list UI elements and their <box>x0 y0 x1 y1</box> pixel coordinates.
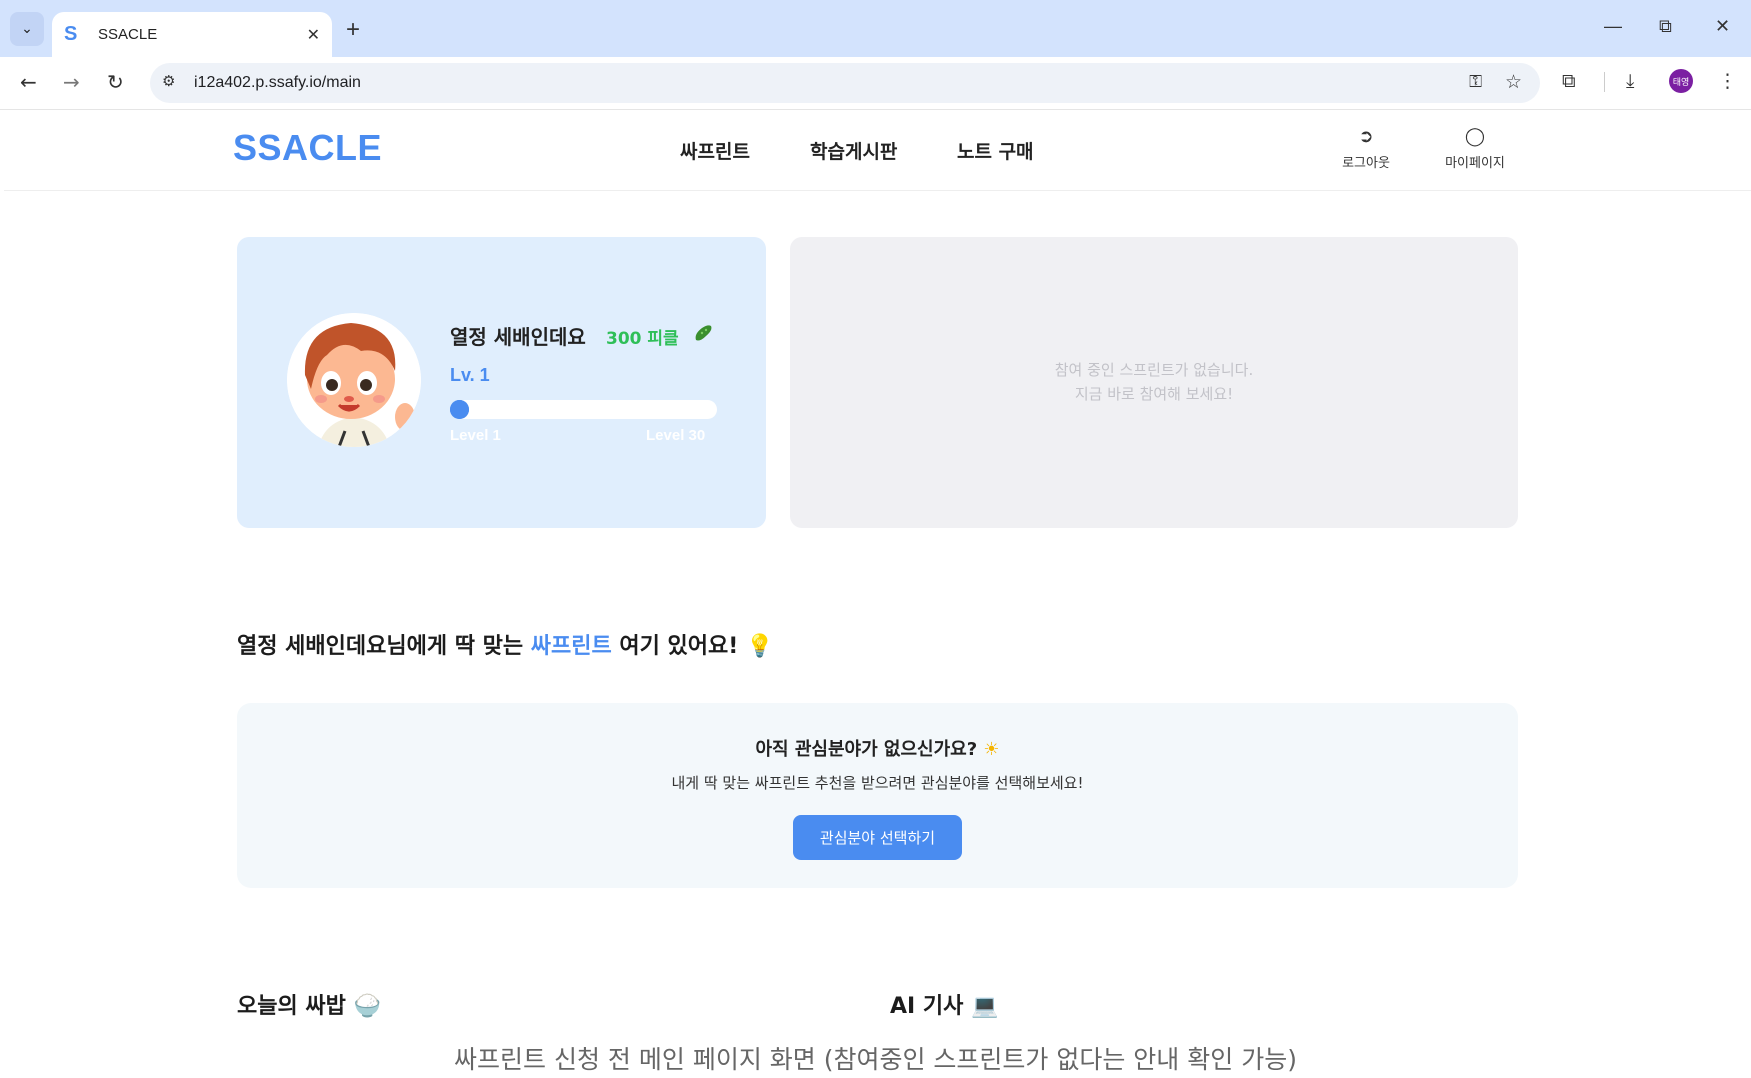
rice-bowl-icon: 🍚 <box>353 994 381 1019</box>
user-icon: ◯ <box>1464 126 1486 147</box>
recommend-question: 아직 관심분야가 없으신가요? ☀ <box>237 735 1518 761</box>
window-close-icon[interactable]: ✕ <box>1715 16 1730 37</box>
bookmark-star-icon[interactable]: ☆ <box>1505 71 1522 93</box>
menu-icon[interactable]: ⋮ <box>1718 70 1737 92</box>
toolbar-divider <box>1604 72 1605 92</box>
browser-toolbar: ← → ↻ ⚙ i12a402.p.ssafy.io/main ⚿ ☆ ⧉ ⤓ … <box>0 57 1751 110</box>
sprint-empty-line1: 참여 중인 스프린트가 없습니다. <box>1054 361 1254 379</box>
address-bar[interactable]: ⚙ i12a402.p.ssafy.io/main ⚿ ☆ <box>150 63 1540 103</box>
browser-tab-bar: ⌄ S SSACLE ✕ + — ⧉ ✕ <box>0 0 1751 57</box>
ai-article-section-title: AI 기사 💻 <box>890 988 998 1020</box>
logout-label: 로그아웃 <box>1342 156 1390 171</box>
level-max-label: Level 30 <box>646 427 706 444</box>
meal-title-text: 오늘의 싸밥 <box>237 994 346 1019</box>
nav-item-board[interactable]: 학습게시판 <box>810 137 897 164</box>
lightbulb-icon: 💡 <box>745 634 774 659</box>
tab-title: SSACLE <box>98 26 158 43</box>
laptop-icon: 💻 <box>971 994 999 1019</box>
level-min-label: Level 1 <box>450 427 501 444</box>
ai-title-text: AI 기사 <box>890 994 964 1019</box>
recommend-title-prefix: 열정 세배인데요님에게 딱 맞는 <box>237 634 531 659</box>
recommend-title-accent: 싸프린트 <box>530 634 612 659</box>
avatar-illustration <box>287 313 421 447</box>
select-interest-button[interactable]: 관심분야 선택하기 <box>793 815 962 860</box>
user-name: 열정 세배인데요 <box>450 325 586 349</box>
mypage-label: 마이페이지 <box>1445 156 1505 171</box>
favicon-icon: S <box>64 23 78 45</box>
nav-item-sprint[interactable]: 싸프린트 <box>680 137 750 164</box>
back-icon[interactable]: ← <box>20 70 37 94</box>
minimize-icon[interactable]: — <box>1604 16 1622 37</box>
site-logo[interactable]: SSACLE <box>233 127 382 169</box>
screenshot-caption: 싸프린트 신청 전 메인 페이지 화면 (참여중인 스프린트가 없다는 안내 확… <box>454 1045 1297 1074</box>
close-icon[interactable]: ✕ <box>307 25 320 44</box>
forward-icon[interactable]: → <box>63 70 80 94</box>
sun-icon: ☀ <box>983 739 1000 760</box>
pickle-points: 300 피클 <box>606 329 679 349</box>
logout-icon: ➲ <box>1358 126 1374 147</box>
level-label: Lv. 1 <box>450 365 490 385</box>
download-icon[interactable]: ⤓ <box>1626 70 1634 92</box>
browser-tab[interactable]: S SSACLE ✕ <box>52 12 332 57</box>
tab-search-icon[interactable]: ⌄ <box>10 12 44 46</box>
nav-item-note-shop[interactable]: 노트 구매 <box>957 137 1034 164</box>
recommend-description: 내게 딱 맞는 싸프린트 추천을 받으려면 관심분야를 선택해보세요! <box>671 774 1084 792</box>
level-progress-bar <box>450 400 717 419</box>
reload-icon[interactable]: ↻ <box>107 70 124 94</box>
level-progress-knob <box>450 400 469 419</box>
url-text[interactable]: i12a402.p.ssafy.io/main <box>194 74 361 92</box>
sprint-empty-message: 참여 중인 스프린트가 없습니다. 지금 바로 참여해 보세요! <box>790 358 1518 406</box>
password-key-icon[interactable]: ⚿ <box>1469 72 1482 92</box>
sprint-empty-line2: 지금 바로 참여해 보세요! <box>1074 385 1234 403</box>
pickle-icon <box>692 322 714 349</box>
recommend-question-text: 아직 관심분야가 없으신가요? <box>755 739 978 760</box>
profile-avatar[interactable]: 태영 <box>1669 69 1693 93</box>
recommend-title-suffix: 여기 있어요! <box>611 634 739 659</box>
restore-icon[interactable]: ⧉ <box>1659 16 1672 37</box>
site-info-icon[interactable]: ⚙ <box>162 72 175 90</box>
new-tab-icon[interactable]: + <box>346 16 360 44</box>
recommend-card <box>237 703 1518 888</box>
meal-section-title: 오늘의 싸밥 🍚 <box>237 988 381 1020</box>
avatar <box>287 313 421 447</box>
extensions-icon[interactable]: ⧉ <box>1562 70 1576 92</box>
logout-button[interactable]: ➲ 로그아웃 <box>1321 126 1411 171</box>
recommend-title: 열정 세배인데요님에게 딱 맞는 싸프린트 여기 있어요! 💡 <box>237 628 773 660</box>
mypage-button[interactable]: ◯ 마이페이지 <box>1430 126 1520 171</box>
